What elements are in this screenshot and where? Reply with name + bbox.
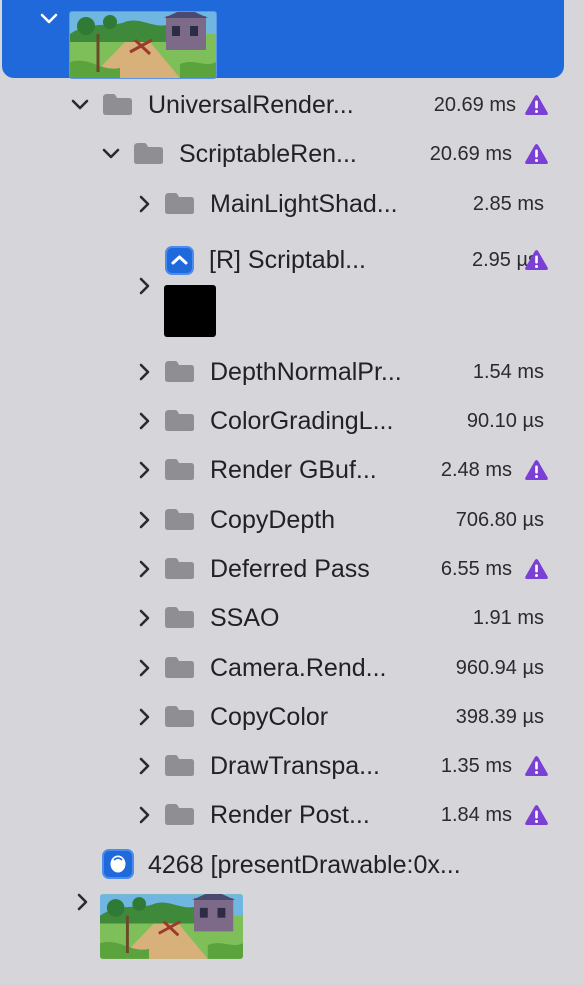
folder-icon bbox=[163, 754, 196, 777]
chevron-right-icon[interactable] bbox=[133, 558, 155, 580]
node-duration: 2.85 ms bbox=[472, 193, 544, 215]
tree-row[interactable]: CopyColor 398.39 µs bbox=[0, 697, 584, 737]
chevron-right-icon[interactable] bbox=[133, 657, 155, 679]
tree-row[interactable]: Camera.Rend... 960.94 µs bbox=[0, 648, 584, 688]
node-duration: 1.91 ms bbox=[472, 607, 544, 629]
node-duration: 20.69 ms bbox=[429, 143, 512, 165]
selected-row[interactable] bbox=[2, 0, 564, 79]
scene-thumbnail-icon bbox=[69, 11, 217, 79]
warning-icon[interactable] bbox=[524, 558, 549, 580]
node-name: Deferred Pass bbox=[210, 555, 370, 583]
node-name: UniversalRender... bbox=[148, 91, 354, 119]
tree-row[interactable]: MainLightShad... 2.85 ms bbox=[0, 184, 584, 224]
chevron-down-icon[interactable] bbox=[69, 94, 91, 116]
node-duration: 1.54 ms bbox=[472, 361, 544, 383]
tree-row-present-drawable[interactable]: 4268 [presentDrawable:0x... bbox=[0, 845, 584, 885]
chevron-down-icon[interactable] bbox=[100, 143, 122, 165]
tree-row[interactable]: SSAO 1.91 ms bbox=[0, 598, 584, 638]
folder-icon bbox=[163, 803, 196, 826]
warning-icon[interactable] bbox=[524, 804, 549, 826]
tree-row[interactable]: Render GBuf... 2.48 ms bbox=[0, 450, 584, 490]
node-duration: 6.55 ms bbox=[440, 558, 512, 580]
chevron-right-icon[interactable] bbox=[133, 509, 155, 531]
chevron-right-icon[interactable] bbox=[133, 459, 155, 481]
node-duration: 90.10 µs bbox=[466, 410, 544, 432]
folder-icon bbox=[163, 656, 196, 679]
warning-icon[interactable] bbox=[524, 249, 549, 271]
node-duration: 2.48 ms bbox=[440, 459, 512, 481]
folder-icon bbox=[163, 458, 196, 481]
warning-icon[interactable] bbox=[524, 755, 549, 777]
node-duration: 960.94 µs bbox=[455, 657, 544, 679]
node-name: Camera.Rend... bbox=[210, 654, 387, 682]
tree-row-scriptable-render[interactable]: ScriptableRen... 20.69 ms bbox=[0, 134, 584, 174]
texture-thumbnail[interactable] bbox=[164, 285, 216, 337]
node-name: CopyColor bbox=[210, 703, 329, 731]
folder-icon bbox=[101, 93, 134, 116]
node-name: ColorGradingL... bbox=[210, 407, 394, 435]
tree-row[interactable]: DepthNormalPr... 1.54 ms bbox=[0, 352, 584, 392]
render-command-icon bbox=[165, 246, 194, 275]
scene-thumbnail-icon bbox=[100, 894, 243, 959]
folder-icon bbox=[163, 409, 196, 432]
chevron-right-icon[interactable] bbox=[133, 706, 155, 728]
folder-icon bbox=[163, 705, 196, 728]
tree-row[interactable]: Render Post... 1.84 ms bbox=[0, 795, 584, 835]
chevron-right-icon[interactable] bbox=[133, 275, 155, 297]
chevron-down-icon[interactable] bbox=[38, 8, 60, 30]
chevron-right-icon[interactable] bbox=[71, 891, 93, 913]
chevron-right-icon[interactable] bbox=[133, 361, 155, 383]
folder-icon bbox=[163, 192, 196, 215]
tree-row-universal-render[interactable]: UniversalRender... 20.69 ms bbox=[0, 85, 584, 125]
warning-icon[interactable] bbox=[524, 143, 549, 165]
folder-icon bbox=[163, 360, 196, 383]
chevron-right-icon[interactable] bbox=[133, 804, 155, 826]
tree-row[interactable]: ColorGradingL... 90.10 µs bbox=[0, 401, 584, 441]
node-name: Render GBuf... bbox=[210, 456, 377, 484]
tree-row-frame[interactable] bbox=[0, 885, 584, 965]
node-duration: 20.69 ms bbox=[433, 94, 516, 116]
tree-row-render-target[interactable]: [R] Scriptabl... 2.95 µs bbox=[0, 240, 584, 340]
folder-icon bbox=[163, 557, 196, 580]
chevron-right-icon[interactable] bbox=[133, 193, 155, 215]
folder-icon bbox=[163, 508, 196, 531]
chevron-right-icon[interactable] bbox=[133, 410, 155, 432]
node-name: Render Post... bbox=[210, 801, 370, 829]
node-name: 4268 [presentDrawable:0x... bbox=[148, 851, 461, 879]
node-name: CopyDepth bbox=[210, 506, 336, 534]
node-name: SSAO bbox=[210, 604, 280, 632]
node-duration: 1.35 ms bbox=[440, 755, 512, 777]
chevron-right-icon[interactable] bbox=[133, 755, 155, 777]
node-duration: 706.80 µs bbox=[455, 509, 544, 531]
node-name: MainLightShad... bbox=[210, 190, 398, 218]
node-name: DrawTranspa... bbox=[210, 752, 380, 780]
folder-icon bbox=[163, 606, 196, 629]
node-name: DepthNormalPr... bbox=[210, 358, 402, 386]
folder-icon bbox=[132, 142, 165, 165]
warning-icon[interactable] bbox=[524, 94, 549, 116]
node-duration: 398.39 µs bbox=[455, 706, 544, 728]
node-name: ScriptableRen... bbox=[179, 140, 357, 168]
chevron-right-icon[interactable] bbox=[133, 607, 155, 629]
node-name: [R] Scriptabl... bbox=[209, 246, 366, 274]
tree-row[interactable]: DrawTranspa... 1.35 ms bbox=[0, 746, 584, 786]
node-duration: 1.84 ms bbox=[440, 804, 512, 826]
tree-row[interactable]: Deferred Pass 6.55 ms bbox=[0, 549, 584, 589]
warning-icon[interactable] bbox=[524, 459, 549, 481]
present-drawable-icon bbox=[102, 849, 134, 879]
tree-row[interactable]: CopyDepth 706.80 µs bbox=[0, 500, 584, 540]
